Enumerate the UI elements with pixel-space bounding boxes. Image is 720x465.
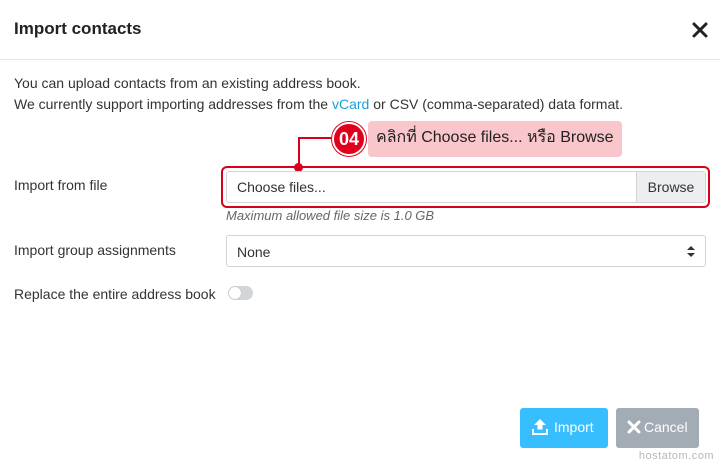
dialog-title: Import contacts bbox=[14, 19, 142, 38]
file-input[interactable]: Choose files... Browse bbox=[226, 171, 706, 203]
replace-address-book-toggle[interactable] bbox=[228, 286, 253, 300]
upload-icon bbox=[531, 418, 549, 439]
intro-line-2-before: We currently support importing addresses… bbox=[14, 96, 332, 112]
select-arrows-icon bbox=[687, 245, 695, 263]
dialog-header: Import contacts bbox=[0, 0, 720, 60]
browse-button[interactable]: Browse bbox=[636, 172, 705, 202]
intro-line-1: You can upload contacts from an existing… bbox=[14, 75, 361, 91]
toggle-knob bbox=[229, 287, 241, 299]
replace-address-book-label: Replace the entire address book bbox=[14, 286, 216, 302]
watermark: hostatom.com bbox=[638, 450, 714, 462]
cancel-button[interactable]: Cancel bbox=[616, 408, 699, 448]
file-size-hint: Maximum allowed file size is 1.0 GB bbox=[226, 208, 435, 223]
intro-line-2: We currently support importing addresses… bbox=[14, 94, 623, 115]
x-icon bbox=[627, 420, 641, 437]
close-icon[interactable] bbox=[690, 20, 710, 40]
file-input-placeholder: Choose files... bbox=[237, 179, 326, 195]
import-file-label: Import from file bbox=[14, 177, 108, 193]
import-button[interactable]: Import bbox=[520, 408, 608, 448]
intro-text: You can upload contacts from an existing… bbox=[14, 73, 623, 115]
select-value: None bbox=[237, 244, 271, 260]
callout-instruction: คลิกที่ Choose files... หรือ Browse bbox=[368, 121, 622, 157]
intro-line-2-after: or CSV (comma-separated) data format. bbox=[369, 96, 624, 112]
cancel-button-label: Cancel bbox=[644, 419, 688, 435]
group-assignments-label: Import group assignments bbox=[14, 242, 176, 258]
vcard-link[interactable]: vCard bbox=[332, 96, 369, 112]
import-button-label: Import bbox=[554, 419, 594, 435]
callout-connector bbox=[298, 137, 334, 139]
import-contacts-dialog: Import contacts You can upload contacts … bbox=[0, 0, 720, 465]
callout-step-badge: 04 bbox=[332, 122, 366, 156]
group-assignments-select[interactable]: None bbox=[226, 235, 706, 267]
